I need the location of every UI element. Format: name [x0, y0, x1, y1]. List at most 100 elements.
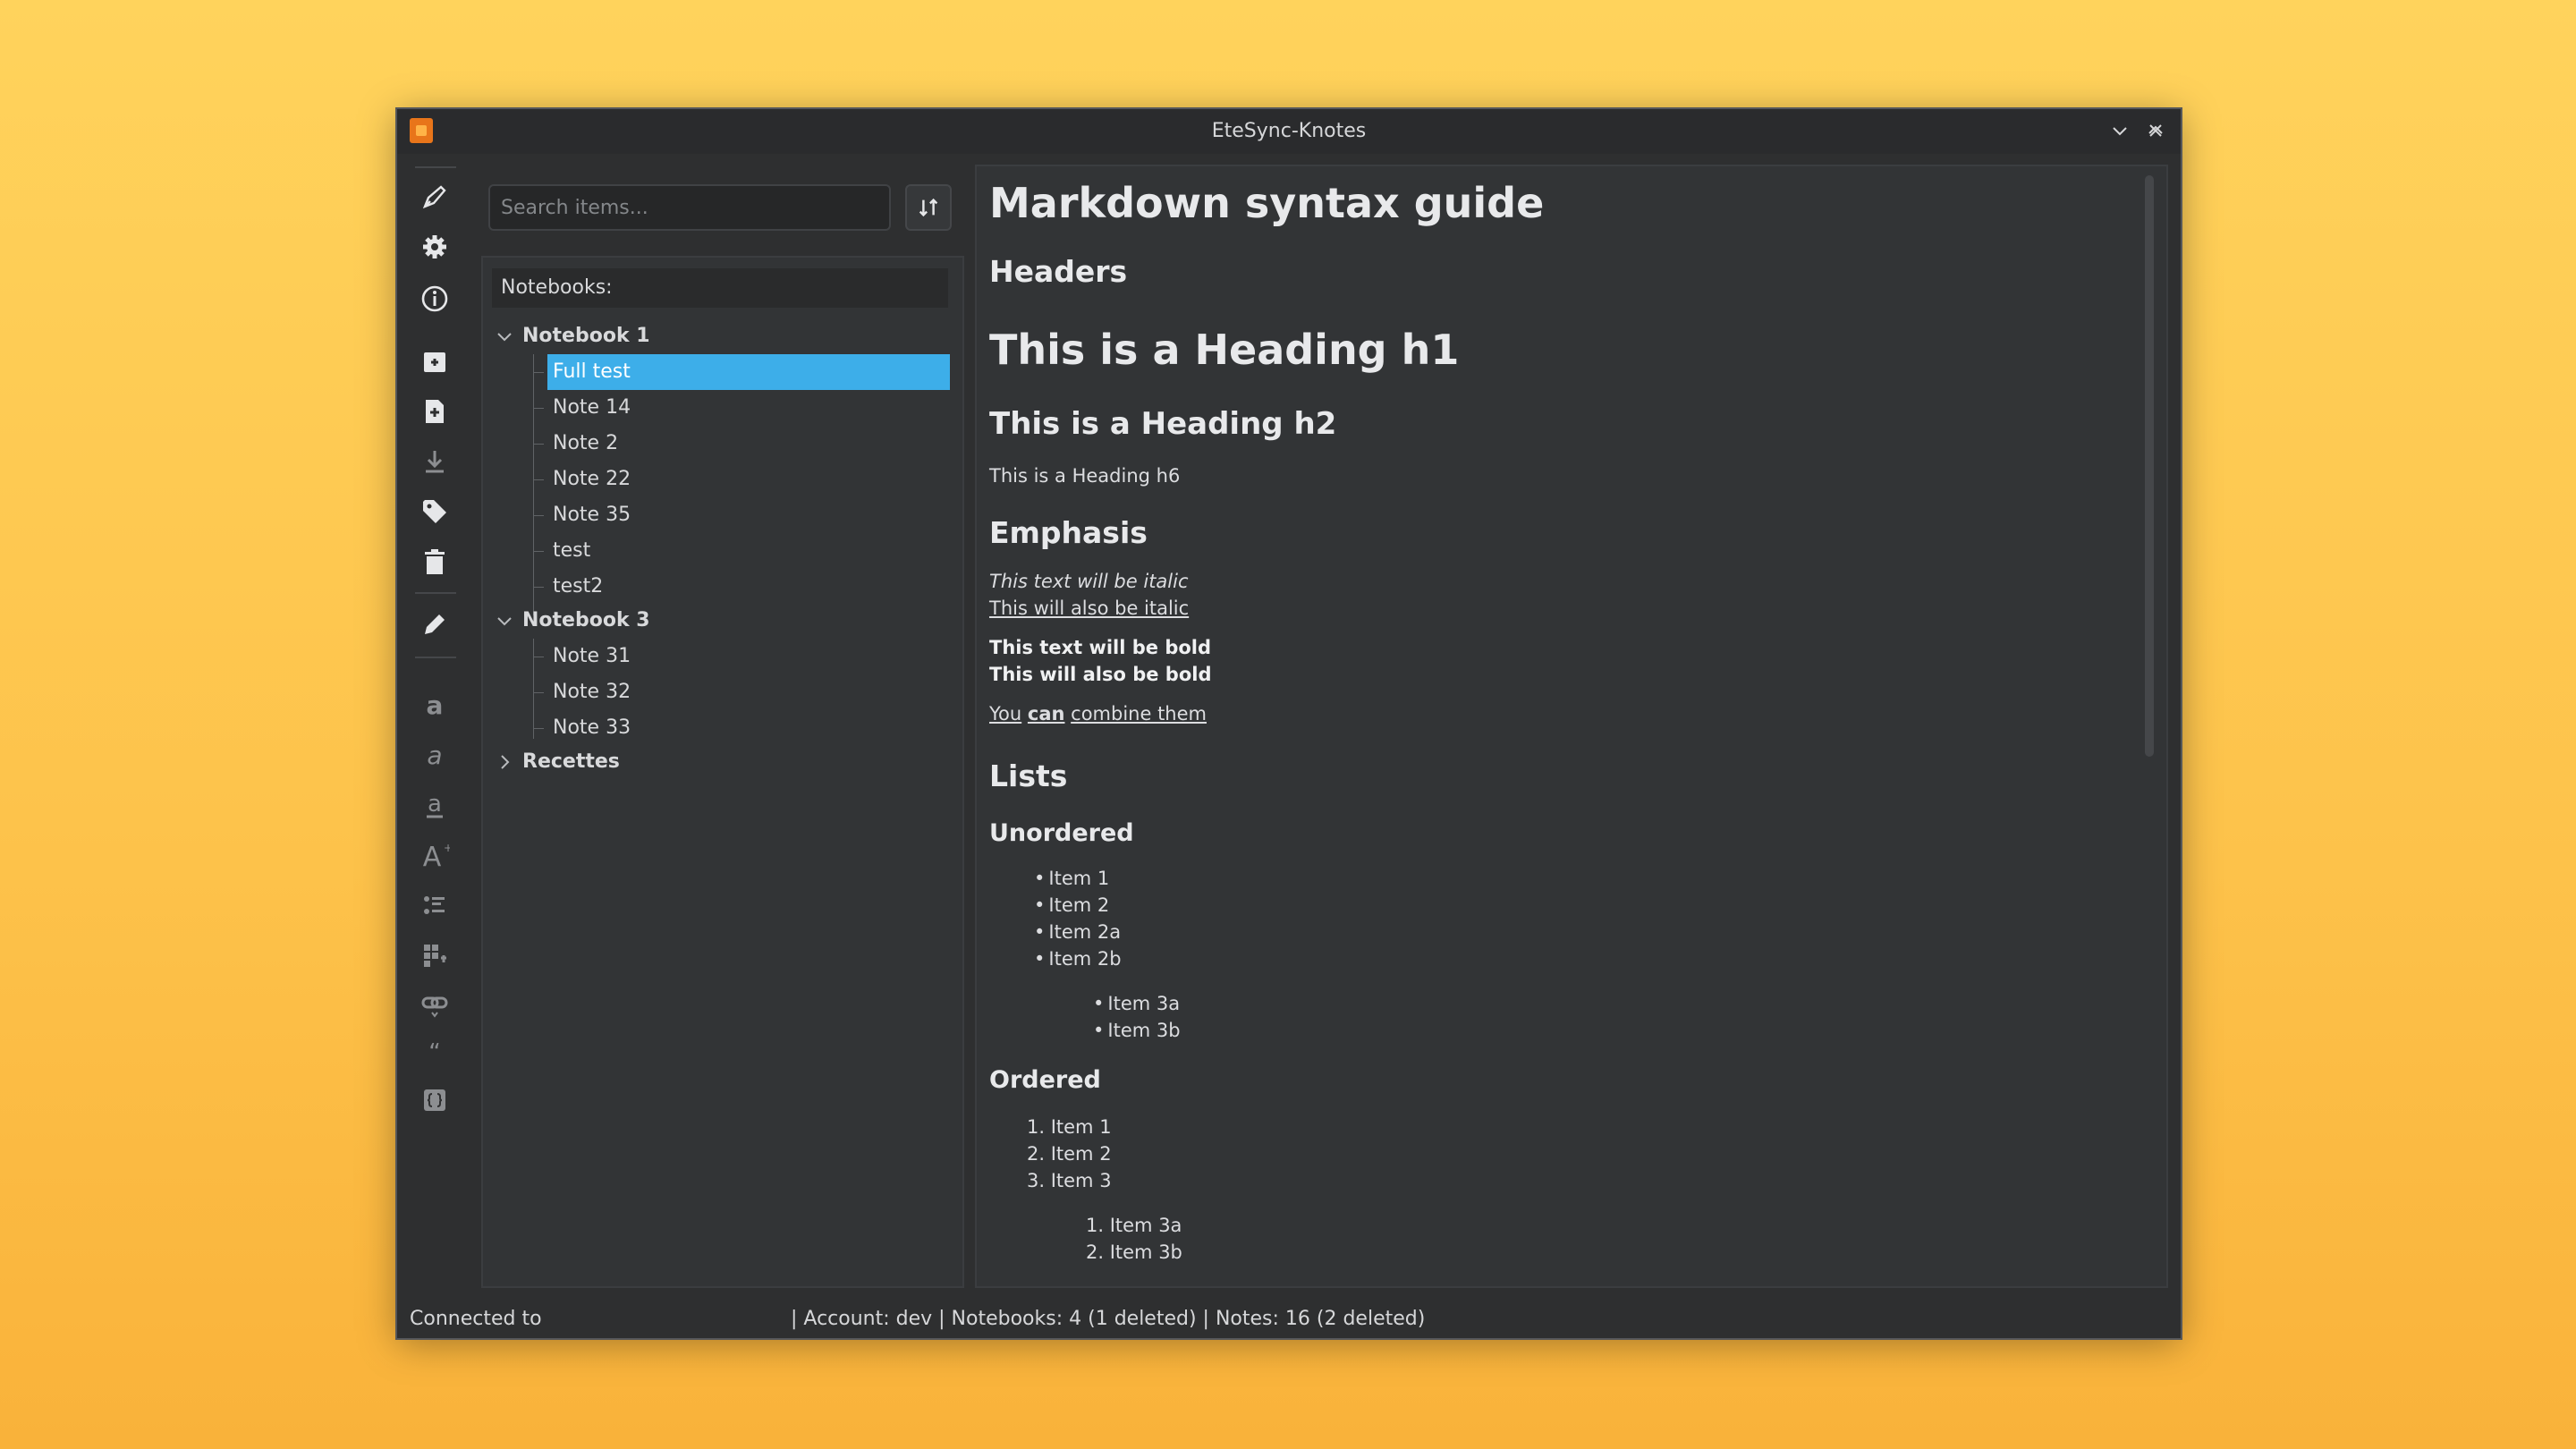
- tree-notebook-recettes[interactable]: Recettes: [522, 744, 620, 780]
- combined-rest[interactable]: combine them: [1071, 703, 1207, 724]
- underline-button[interactable]: a: [408, 784, 462, 826]
- download-button[interactable]: [408, 440, 462, 483]
- search-input[interactable]: [488, 184, 891, 231]
- italic-text: This text will be italic: [989, 571, 1189, 592]
- tree-guide: [533, 515, 544, 516]
- sync-button[interactable]: [408, 175, 462, 218]
- tree-guide: [533, 587, 544, 588]
- list-item: Item 2: [1034, 894, 1109, 916]
- close-button[interactable]: [2141, 116, 2170, 145]
- tree-guide: [533, 639, 534, 739]
- combined-can[interactable]: can: [1028, 703, 1065, 724]
- new-note-icon: [426, 400, 444, 423]
- bold-button[interactable]: a: [408, 683, 462, 726]
- tree-note[interactable]: Note 33: [553, 710, 631, 746]
- tree-notebook-1[interactable]: Notebook 1: [522, 318, 650, 354]
- tags-button[interactable]: [408, 490, 462, 533]
- code-button[interactable]: [408, 1079, 462, 1122]
- chevron-down-icon[interactable]: [496, 327, 513, 345]
- list-item: Item 1: [1034, 868, 1109, 889]
- delete-button[interactable]: [408, 540, 462, 583]
- italic-button[interactable]: a: [408, 733, 462, 776]
- list-item: 2. Item 2: [1027, 1143, 1112, 1165]
- left-toolbar: a a a A + “: [408, 166, 462, 1284]
- title-bar: EteSync-Knotes: [397, 109, 2181, 154]
- sync-icon: [422, 185, 446, 209]
- bold-text: This text will be bold: [989, 637, 1212, 658]
- edit-button[interactable]: [408, 603, 462, 646]
- section-heading: Emphasis: [989, 515, 1148, 550]
- new-notebook-button[interactable]: [408, 340, 462, 383]
- list-item: Item 3a: [1093, 993, 1180, 1014]
- link-button[interactable]: [408, 982, 462, 1025]
- tree-note[interactable]: test2: [553, 569, 603, 605]
- toolbar-separator: [415, 657, 456, 658]
- list-button[interactable]: [408, 884, 462, 927]
- minimize-button[interactable]: [2106, 116, 2134, 145]
- svg-text:“: “: [428, 1039, 440, 1066]
- svg-text:a: a: [427, 741, 442, 770]
- text-size-icon: A +: [423, 842, 450, 870]
- text-size-button[interactable]: A +: [408, 834, 462, 877]
- sort-icon: [919, 198, 938, 217]
- tree-guide: [533, 551, 544, 552]
- table-button[interactable]: [408, 934, 462, 977]
- list-item: Item 2b: [1034, 948, 1121, 970]
- svg-text:+: +: [444, 842, 450, 854]
- tree-note[interactable]: test: [553, 533, 590, 569]
- close-icon: [2149, 124, 2162, 137]
- chevron-right-icon[interactable]: [496, 753, 513, 771]
- section-heading: Lists: [989, 758, 1068, 793]
- list-item: 1. Item 3a: [1086, 1215, 1182, 1236]
- tree-note[interactable]: Note 35: [553, 497, 631, 533]
- tree-guide: [533, 728, 544, 729]
- note-viewer: Markdown syntax guide Headers This is a …: [975, 165, 2168, 1288]
- list-icon: [424, 896, 445, 914]
- bold-icon: a: [427, 691, 444, 720]
- status-bar: Connected to | Account: dev | Notebooks:…: [397, 1299, 2181, 1338]
- list-item: 3. Item 3: [1027, 1170, 1112, 1191]
- about-button[interactable]: [408, 277, 462, 320]
- underline-icon: a: [427, 791, 443, 818]
- tree-note-full-test[interactable]: Full test: [547, 354, 950, 390]
- tree-note[interactable]: Note 22: [553, 462, 631, 497]
- edit-icon: [425, 614, 445, 634]
- heading-h6: This is a Heading h6: [989, 465, 1181, 487]
- account-stats: | Account: dev | Notebooks: 4 (1 deleted…: [791, 1308, 1426, 1330]
- combined-you[interactable]: You: [989, 703, 1021, 724]
- connection-status: Connected to: [410, 1308, 542, 1330]
- list-item: Item 3b: [1093, 1020, 1180, 1041]
- toolbar-separator: [415, 592, 456, 594]
- tree-header: Notebooks:: [492, 268, 948, 308]
- window-title: EteSync-Knotes: [1211, 120, 1367, 142]
- combined-text: You can combine them: [989, 703, 1207, 724]
- tree-note[interactable]: Note 32: [553, 674, 631, 710]
- tree-notebook-3[interactable]: Notebook 3: [522, 603, 650, 639]
- viewer-scrollbar[interactable]: [2145, 175, 2154, 757]
- sort-button[interactable]: [905, 184, 952, 231]
- tree-guide: [533, 372, 544, 373]
- heading-h2: This is a Heading h2: [989, 406, 1337, 442]
- settings-icon: [423, 235, 446, 258]
- new-notebook-icon: [424, 352, 445, 372]
- svg-text:A: A: [423, 842, 442, 870]
- tree-note[interactable]: Note 14: [553, 390, 631, 426]
- tag-icon: [423, 500, 446, 523]
- note-title: Markdown syntax guide: [989, 179, 1545, 227]
- chevron-down-icon: [2113, 127, 2127, 136]
- settings-button[interactable]: [408, 225, 462, 268]
- tree-note[interactable]: Note 2: [553, 426, 618, 462]
- quote-button[interactable]: “: [408, 1030, 462, 1073]
- quote-icon: “: [428, 1039, 440, 1066]
- tree-note[interactable]: Note 31: [553, 639, 631, 674]
- code-icon: [424, 1089, 445, 1111]
- svg-text:a: a: [427, 691, 444, 720]
- download-icon: [426, 451, 444, 473]
- tree-guide: [533, 408, 544, 409]
- tree-guide: [533, 444, 544, 445]
- chevron-down-icon[interactable]: [496, 612, 513, 630]
- app-window: EteSync-Knotes a a a A + “ Search items.…: [397, 109, 2181, 1338]
- list-item: 1. Item 1: [1027, 1116, 1112, 1138]
- italic-text-link[interactable]: This will also be italic: [989, 597, 1189, 619]
- new-note-button[interactable]: [408, 390, 462, 433]
